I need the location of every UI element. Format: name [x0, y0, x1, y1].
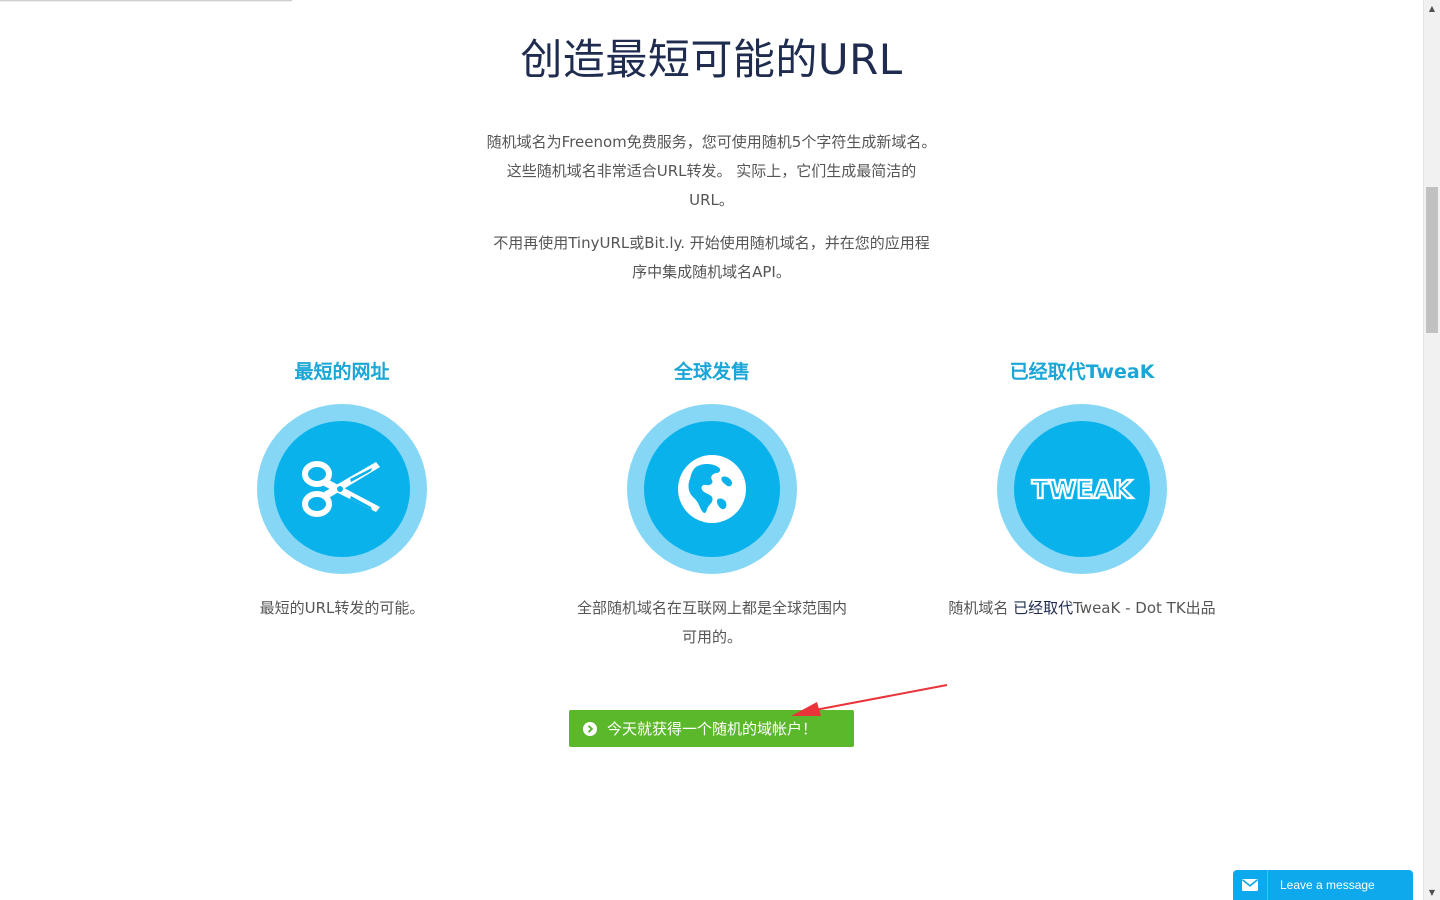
feature-description: 最短的URL转发的可能。	[259, 599, 425, 617]
page-title: 创造最短可能的URL	[520, 35, 903, 84]
intro-paragraph-2: 不用再使用TinyURL或Bit.ly. 开始使用随机域名，并在您的应用程序中集…	[493, 234, 930, 281]
feature-circle	[257, 404, 427, 574]
scrollbar-thumb[interactable]	[1426, 187, 1438, 333]
main-content: 创造最短可能的URL 随机域名为Freenom免费服务，您可使用随机5个字符生成…	[0, 0, 1423, 900]
feature-title: 全球发售	[673, 361, 750, 383]
chevron-circle-right-icon	[583, 721, 597, 736]
scissors-icon	[274, 421, 410, 557]
vertical-scrollbar[interactable]: ▲ ▼	[1423, 0, 1440, 900]
feature-global: 全球发售 全部随机域名在互联网上都是全球范围内可用的。	[562, 356, 862, 652]
scroll-down-arrow-icon[interactable]: ▼	[1424, 884, 1440, 900]
scroll-up-arrow-icon[interactable]: ▲	[1424, 0, 1440, 16]
tweak-logo-text: TWEAK	[1032, 475, 1134, 504]
feature-replaced-tweak: 已经取代TweaK TWEAK 随机域名 已经取代TweaK - Dot TK出…	[932, 356, 1232, 623]
leave-message-label: Leave a message	[1280, 878, 1375, 892]
tweak-logo-icon: TWEAK	[1014, 421, 1150, 557]
feature-circle: TWEAK	[997, 404, 1167, 574]
cta-label: 今天就获得一个随机的域帐户！	[607, 720, 818, 738]
get-random-domain-account-button[interactable]: 今天就获得一个随机的域帐户！	[569, 710, 854, 747]
feature-description: 全部随机域名在互联网上都是全球范围内可用的。	[576, 599, 847, 646]
feature-description-suffix: TweaK - Dot TK出品	[1073, 599, 1216, 617]
feature-shortest-url: 最短的网址 最短的URL转发的可能。	[192, 356, 492, 623]
globe-icon	[644, 421, 780, 557]
envelope-icon	[1233, 870, 1268, 900]
intro-paragraph-1: 随机域名为Freenom免费服务，您可使用随机5个字符生成新域名。 这些随机域名…	[486, 133, 937, 209]
leave-message-widget[interactable]: Leave a message	[1233, 870, 1413, 900]
feature-title: 已经取代TweaK	[1009, 361, 1155, 383]
feature-title: 最短的网址	[294, 361, 390, 383]
feature-description-prefix: 随机域名	[948, 599, 1014, 617]
page: 创造最短可能的URL 随机域名为Freenom免费服务，您可使用随机5个字符生成…	[0, 0, 1440, 900]
feature-circle	[627, 404, 797, 574]
feature-description-strong: 已经取代	[1013, 599, 1074, 617]
feature-description: 随机域名 已经取代TweaK - Dot TK出品	[932, 594, 1232, 623]
